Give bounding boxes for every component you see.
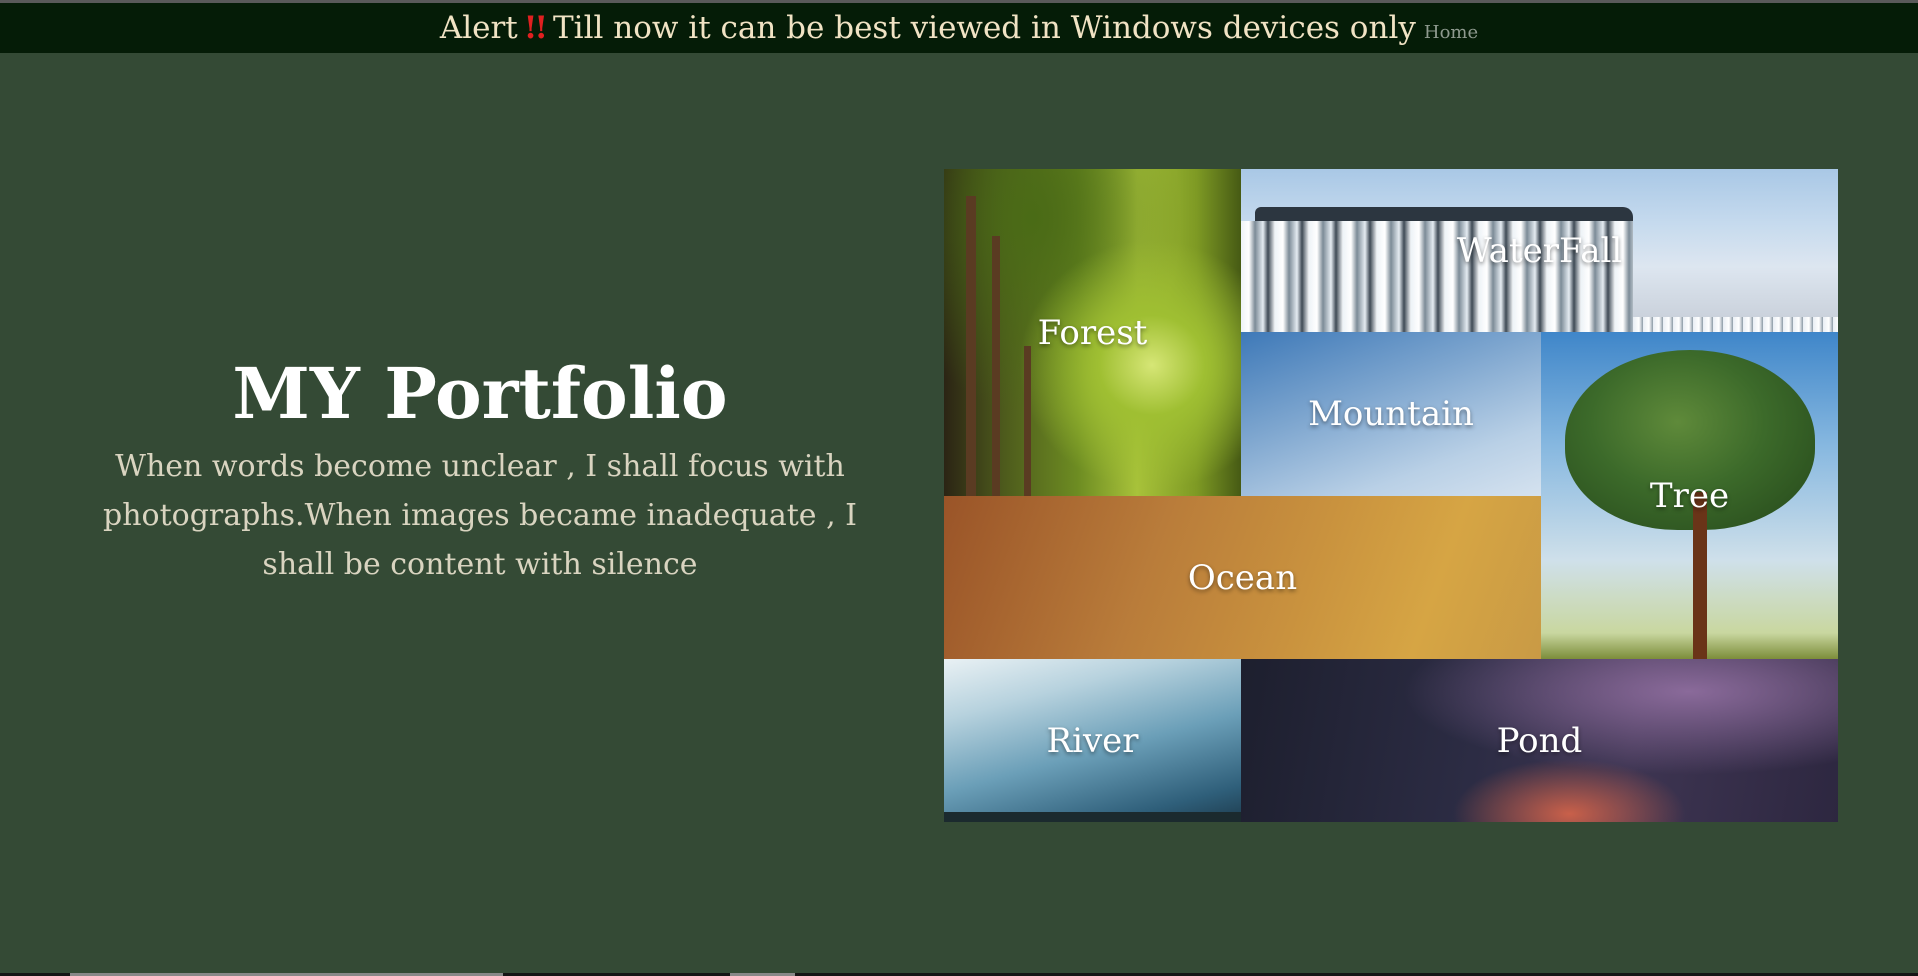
gallery-label-mountain: Mountain (1308, 394, 1474, 434)
gallery-tile-ocean[interactable]: Ocean (944, 496, 1541, 659)
hero-quote: When words become unclear , I shall focu… (103, 449, 857, 582)
river-image-detail (944, 812, 1241, 822)
page-title: MY Portfolio (232, 352, 728, 435)
gallery-label-river: River (1046, 720, 1139, 761)
gallery-tile-forest[interactable]: Forest (944, 169, 1241, 496)
tree-image-detail (1693, 492, 1707, 659)
forest-image-detail (1024, 346, 1031, 496)
gallery-tile-river[interactable]: River (944, 659, 1241, 822)
gallery-tile-mountain[interactable]: Mountain (1241, 332, 1541, 496)
forest-image-detail (966, 196, 976, 496)
photo-gallery: Forest WaterFall Mountain Tree Ocean Riv… (944, 169, 1838, 822)
alert-bar: Alert !! Till now it can be best viewed … (0, 3, 1918, 53)
alert-prefix: Alert (439, 10, 518, 46)
gallery-tile-tree[interactable]: Tree (1541, 332, 1838, 659)
forest-image-detail (992, 236, 1000, 496)
gallery-label-waterfall: WaterFall (1456, 230, 1623, 271)
double-exclamation-icon: !! (523, 10, 548, 46)
gallery-label-pond: Pond (1496, 720, 1583, 761)
home-link[interactable]: Home (1424, 22, 1478, 43)
gallery-label-ocean: Ocean (1187, 557, 1298, 598)
gallery-tile-waterfall[interactable]: WaterFall (1241, 169, 1838, 332)
gallery-tile-pond[interactable]: Pond (1241, 659, 1838, 822)
alert-message: Till now it can be best viewed in Window… (553, 10, 1416, 46)
hero-section: MY Portfolio When words become unclear ,… (100, 355, 860, 589)
gallery-label-tree: Tree (1649, 475, 1730, 516)
gallery-label-forest: Forest (1037, 312, 1148, 353)
waterfall-image-detail (1633, 317, 1838, 332)
